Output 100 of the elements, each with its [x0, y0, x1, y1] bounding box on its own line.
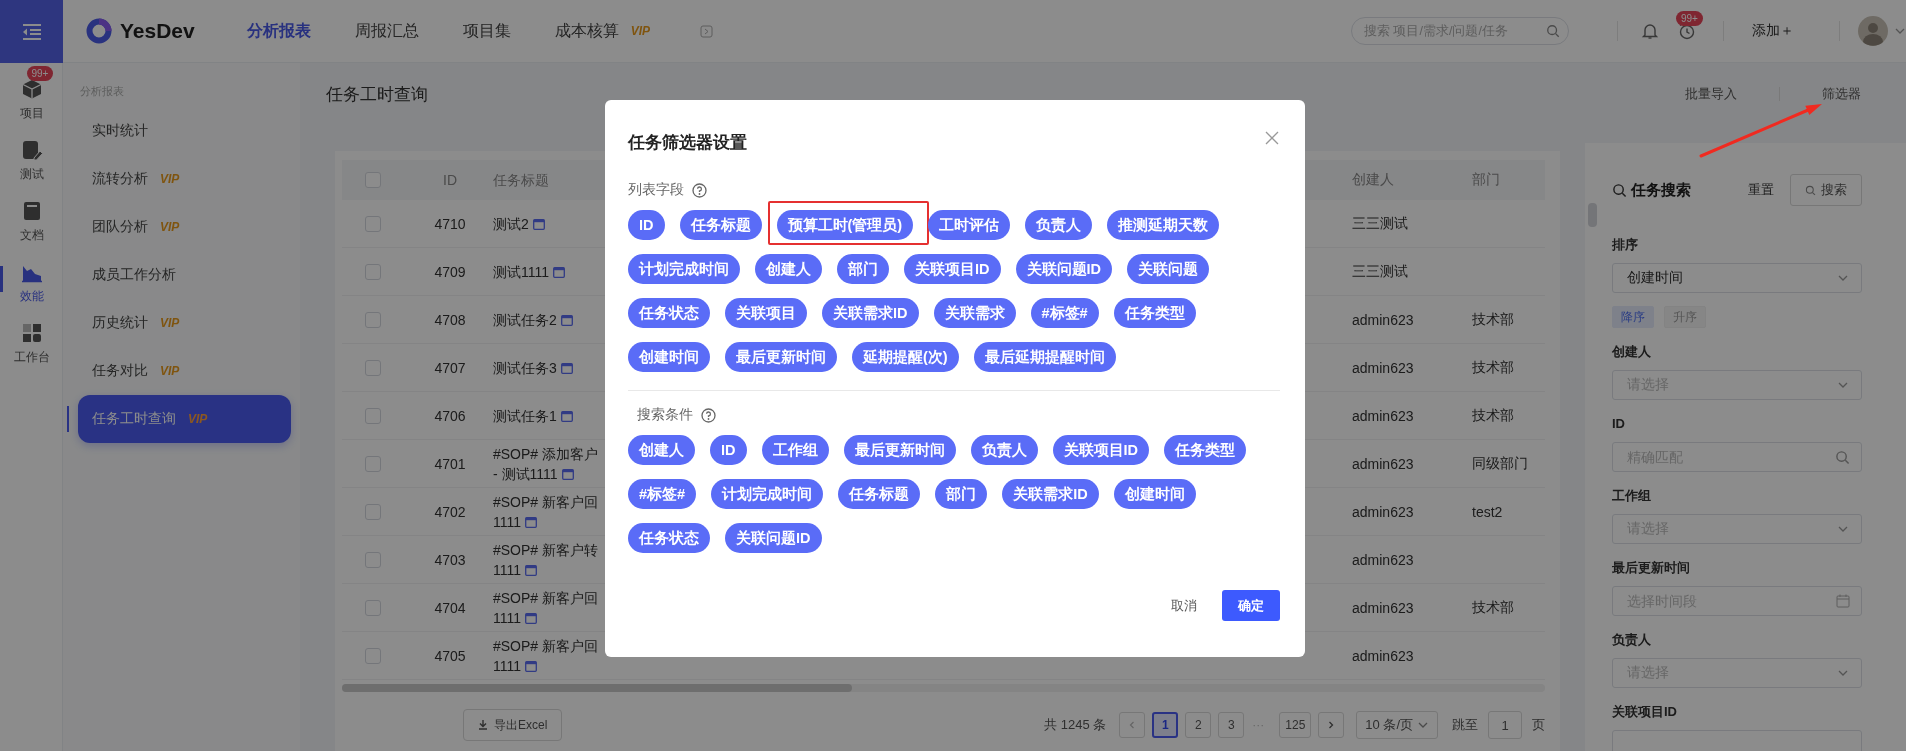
task-title[interactable]: #SOP# 新客户回 — [493, 637, 599, 654]
field-chip[interactable]: 部门 — [837, 254, 889, 284]
table-cell-text: admin623 — [1351, 359, 1415, 376]
field-chip[interactable]: 关联项目ID — [904, 254, 1001, 284]
field-chip[interactable]: 延期提醒(次) — [852, 342, 959, 372]
rail-item[interactable]: 测试 — [0, 130, 63, 191]
task-title[interactable]: #SOP# 添加客户 — [493, 445, 599, 462]
select-field[interactable]: 创建时间 — [1612, 263, 1862, 293]
field-chip[interactable]: 工作组 — [761, 435, 829, 465]
field-chip[interactable]: 推测延期天数 — [1107, 210, 1220, 240]
task-title[interactable]: #SOP# 新客户转 — [493, 541, 599, 558]
column-header: 任务标题 — [492, 171, 550, 190]
task-title[interactable]: - 测试1111 — [493, 465, 558, 482]
task-title[interactable]: 1111 — [493, 513, 522, 530]
task-title[interactable]: 测试1111 — [493, 263, 550, 280]
field-chip[interactable]: 任务标题 — [838, 479, 921, 509]
field-chip[interactable]: 创建人 — [628, 435, 695, 465]
task-title[interactable]: 测试2 — [493, 215, 529, 232]
sidebar-item[interactable]: 流转分析 VIP — [78, 155, 291, 203]
table-cell-text: admin623 — [1351, 503, 1415, 520]
nav-tab[interactable]: 周报汇总 — [354, 20, 419, 42]
field-chip[interactable]: 关联问题ID — [725, 523, 822, 553]
nav-tab[interactable]: 分析报表 — [246, 20, 311, 42]
field-chip[interactable]: 关联需求ID — [1002, 479, 1099, 509]
search-button[interactable]: 搜索 — [1790, 174, 1862, 206]
rail-item[interactable]: 效能 — [0, 252, 63, 313]
rail-item[interactable]: 工作台 — [0, 313, 63, 374]
rail-item[interactable]: 文档 — [0, 191, 63, 252]
field-chip[interactable]: ID — [710, 435, 747, 465]
sidebar-item[interactable]: 任务对比 VIP — [78, 347, 291, 395]
sidebar-item[interactable]: 成员工作分析 — [78, 251, 291, 299]
task-title[interactable]: #SOP# 新客户回 — [493, 589, 599, 606]
task-title[interactable]: 1111 — [493, 609, 522, 626]
field-chip[interactable]: 工时评估 — [928, 210, 1011, 240]
field-chip[interactable]: 部门 — [935, 479, 988, 509]
field-chip[interactable]: 关联问题 — [1127, 254, 1209, 284]
page-button[interactable]: 1 — [1152, 712, 1179, 738]
field-chip[interactable]: 任务状态 — [628, 298, 710, 328]
page-button[interactable]: 2 — [1185, 712, 1212, 738]
field-chip[interactable]: 最后更新时间 — [843, 435, 956, 465]
field-chip[interactable]: 计划完成时间 — [628, 254, 740, 284]
field-chip[interactable]: 负责人 — [1025, 210, 1093, 240]
action-link[interactable]: 筛选器 — [1822, 85, 1861, 103]
nav-tab[interactable]: 项目集 — [462, 20, 511, 42]
field-chip[interactable]: 关联需求 — [933, 298, 1016, 328]
vip-tag: VIP — [188, 412, 208, 426]
table-cell-text: admin623 — [1351, 599, 1415, 616]
field-chip[interactable]: 任务标题 — [679, 210, 762, 240]
page-button[interactable]: 3 — [1218, 712, 1245, 738]
sort-order-toggle[interactable]: 降序 — [1612, 306, 1654, 328]
panel-title: 任务搜索 — [1631, 180, 1692, 200]
field-label: 最后更新时间 — [1612, 560, 1691, 576]
field-chip[interactable]: 关联项目 — [725, 298, 807, 328]
nav-tab[interactable]: 成本核算 — [554, 20, 619, 42]
task-title[interactable]: #SOP# 新客户回 — [493, 493, 599, 510]
table-cell-text: 同级部门 — [1471, 454, 1529, 473]
table-cell-text: admin623 — [1351, 455, 1415, 472]
task-title[interactable]: 1111 — [493, 561, 522, 578]
table-cell-text: admin623 — [1351, 551, 1415, 568]
field-chip[interactable]: 关联需求ID — [822, 298, 919, 328]
task-title[interactable]: 测试任务3 — [493, 359, 557, 376]
field-chip[interactable]: 任务类型 — [1113, 298, 1196, 328]
field-chip[interactable]: 创建人 — [755, 254, 822, 284]
table-cell-text: admin623 — [1351, 647, 1415, 664]
field-chip[interactable]: 计划完成时间 — [711, 479, 824, 509]
task-title[interactable]: 测试任务1 — [493, 407, 557, 424]
field-chip[interactable]: 最后延期提醒时间 — [973, 342, 1116, 372]
field-chip[interactable]: 任务状态 — [628, 523, 710, 553]
reset-button[interactable]: 重置 — [1748, 181, 1774, 199]
action-link[interactable]: 批量导入 — [1685, 85, 1737, 103]
sidebar-item[interactable]: 团队分析 VIP — [78, 203, 291, 251]
field-chip[interactable]: 创建时间 — [628, 342, 710, 372]
section-label: 列表字段 — [628, 181, 684, 199]
task-title[interactable]: 1111 — [493, 657, 522, 674]
field-chip[interactable]: 任务类型 — [1164, 435, 1246, 465]
table-cell-text: 4703 — [433, 551, 467, 568]
field-chip[interactable]: 最后更新时间 — [725, 342, 837, 372]
add-button[interactable]: 添加＋ — [1752, 22, 1794, 40]
field-chip[interactable]: 关联项目ID — [1052, 435, 1149, 465]
cancel-button[interactable]: 取消 — [1171, 596, 1197, 615]
vip-tag: VIP — [160, 364, 180, 378]
field-chip[interactable]: 创建时间 — [1113, 479, 1196, 509]
confirm-button[interactable]: 确定 — [1222, 590, 1280, 621]
vip-tag: VIP — [160, 172, 180, 186]
field-chip[interactable]: #标签# — [628, 479, 697, 509]
page-input[interactable]: 1 — [1488, 711, 1522, 739]
page-button[interactable]: 125 — [1279, 712, 1312, 738]
field-chip[interactable]: ID — [628, 210, 665, 240]
sidebar-item[interactable]: 实时统计 — [78, 107, 291, 155]
vip-tag: VIP — [630, 24, 651, 38]
field-chip[interactable]: 预算工时(管理员) — [776, 210, 914, 240]
field-chip[interactable]: 负责人 — [970, 435, 1038, 465]
table-cell-text: 4702 — [433, 503, 467, 520]
field-chip[interactable]: #标签# — [1030, 298, 1099, 328]
sidebar-item[interactable]: 历史统计 VIP — [78, 299, 291, 347]
export-button[interactable]: 导出Excel — [463, 709, 563, 741]
field-chip[interactable]: 关联问题ID — [1015, 254, 1112, 284]
task-title[interactable]: 测试任务2 — [493, 311, 557, 328]
table-cell-text: 4704 — [433, 599, 467, 616]
page-size-select[interactable]: 10 条/页 — [1356, 711, 1438, 739]
